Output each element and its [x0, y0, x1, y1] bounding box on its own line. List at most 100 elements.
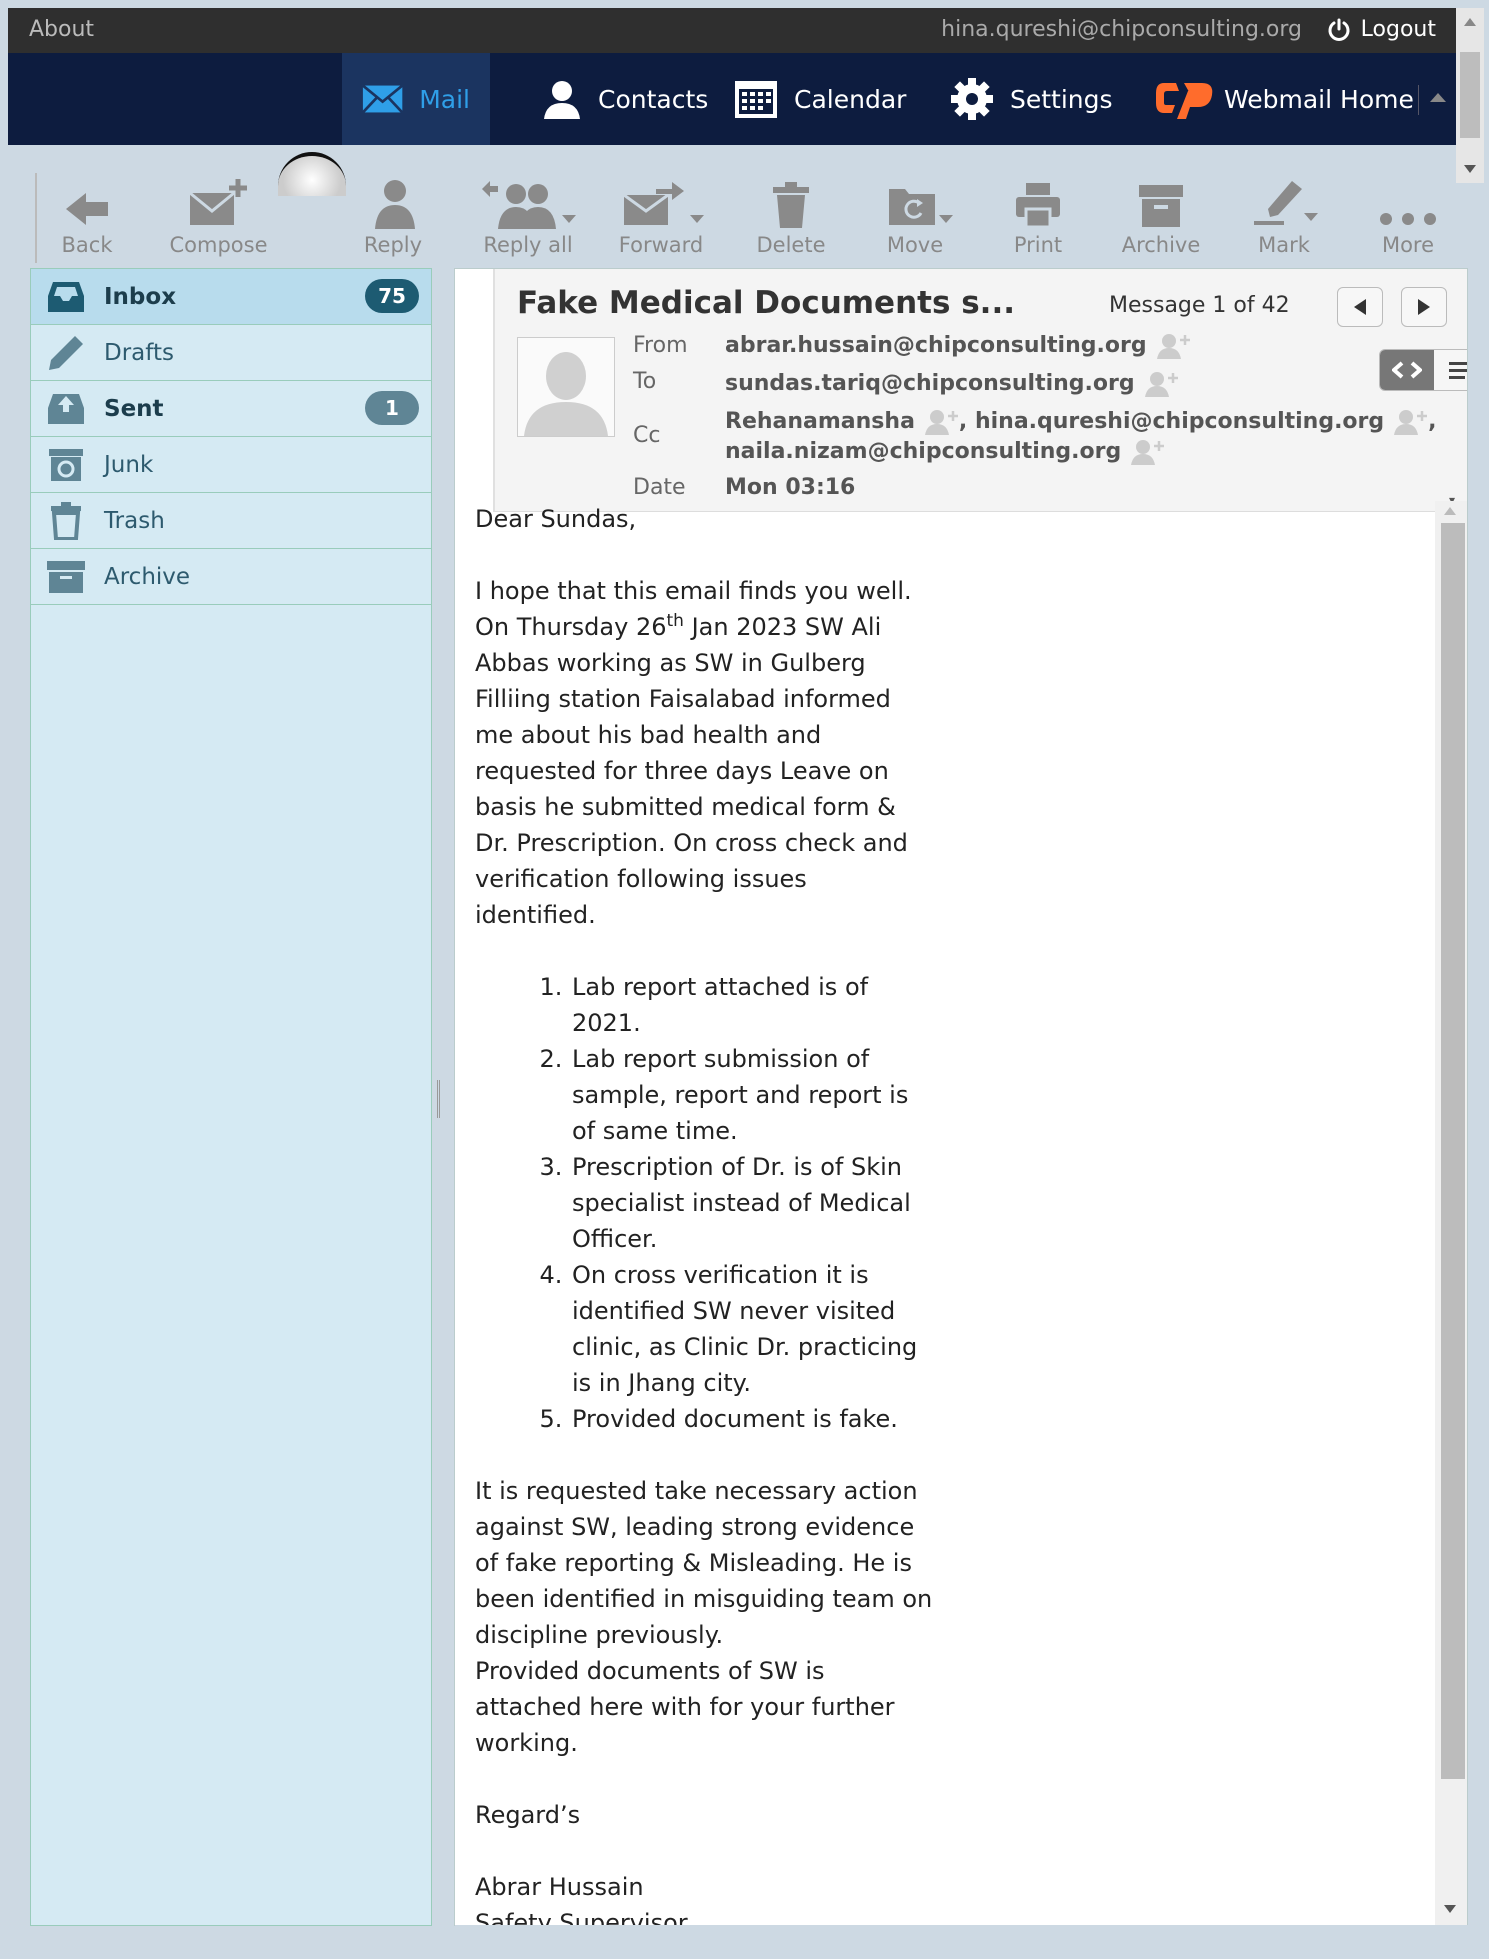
move-folder-icon: [889, 189, 953, 225]
folder-trash-label: Trash: [104, 507, 165, 534]
folder-sent-label: Sent: [104, 395, 164, 422]
nav-calendar[interactable]: Calendar: [714, 53, 926, 145]
calendar-icon: [735, 81, 777, 118]
view-toggle: [1379, 349, 1467, 391]
move-button[interactable]: Move: [850, 173, 980, 263]
code-icon: [1392, 361, 1422, 379]
plain-text-view-button[interactable]: [1434, 350, 1467, 390]
print-button[interactable]: Print: [973, 173, 1103, 263]
to-address[interactable]: sundas.tariq@chipconsulting.org: [725, 371, 1135, 396]
body-greeting: Dear Sundas,: [475, 505, 637, 533]
delete-button[interactable]: Delete: [726, 173, 856, 263]
add-contact-icon[interactable]: [1144, 371, 1179, 397]
list-item: Provided document is fake.: [570, 1401, 935, 1437]
text-lines-icon: [1449, 362, 1467, 379]
nav-separator: [1418, 85, 1419, 115]
nav-mail[interactable]: Mail: [342, 53, 490, 145]
mark-button[interactable]: Mark: [1219, 173, 1349, 263]
page-scrollbar[interactable]: [1456, 8, 1484, 183]
top-bar: About hina.qureshi@chipconsulting.org Lo…: [8, 8, 1456, 53]
nav-settings[interactable]: Settings: [930, 53, 1133, 145]
message-view: Fake Medical Documents s... Message 1 of…: [454, 268, 1468, 1926]
previous-message-button[interactable]: [1337, 287, 1383, 327]
scroll-up-icon[interactable]: [1464, 18, 1476, 26]
cc-address-3[interactable]: naila.nizam@chipconsulting.org: [725, 439, 1121, 464]
pencil-icon: [46, 333, 86, 373]
more-button[interactable]: More: [1343, 173, 1473, 263]
from-address[interactable]: abrar.hussain@chipconsulting.org: [725, 333, 1147, 358]
junk-icon: [46, 445, 86, 485]
list-item: Lab report submission of sample, report …: [570, 1041, 935, 1149]
folder-junk-label: Junk: [104, 451, 154, 478]
add-contact-icon[interactable]: [1131, 439, 1165, 465]
message-body: Dear Sundas, I hope that this email find…: [475, 501, 935, 1925]
date-label: Date: [633, 475, 686, 500]
folder-list: Inbox 75 Drafts Sent 1 Junk Trash Archiv…: [30, 268, 432, 1926]
forward-icon: [623, 182, 704, 225]
message-counter: Message 1 of 42: [1109, 293, 1290, 318]
cc-row: Rehanamansha, hina.qureshi@chipconsultin…: [725, 409, 1437, 465]
inbox-icon: [46, 277, 86, 317]
reply-all-button[interactable]: Reply all: [463, 173, 593, 263]
issues-list: Lab report attached is of 2021. Lab repo…: [475, 969, 935, 1437]
scroll-up-icon[interactable]: [1444, 507, 1456, 515]
folder-inbox[interactable]: Inbox 75: [31, 269, 431, 325]
list-item: Lab report attached is of 2021.: [570, 969, 935, 1041]
message-date: Mon 03:16: [725, 475, 856, 500]
collapse-header-icon[interactable]: [1430, 93, 1446, 102]
body-intro: I hope that this email finds you well.: [475, 577, 912, 605]
bottom-margin: [8, 1926, 1468, 1959]
nav-webmail-home[interactable]: Webmail Home: [1134, 53, 1434, 145]
logout-button[interactable]: Logout: [1327, 17, 1436, 42]
folder-junk[interactable]: Junk: [31, 437, 431, 493]
cc-address-2[interactable]: hina.qureshi@chipconsulting.org: [975, 409, 1384, 434]
from-label: From: [633, 333, 688, 358]
back-button[interactable]: Back: [35, 173, 137, 263]
about-link[interactable]: About: [29, 17, 94, 42]
sender-avatar: [517, 337, 615, 437]
printer-icon: [1016, 183, 1060, 229]
add-contact-icon[interactable]: [1156, 333, 1191, 359]
nav-contacts[interactable]: Contacts: [522, 53, 728, 145]
message-scrollbar[interactable]: [1435, 501, 1467, 1925]
sent-count-badge: 1: [365, 391, 419, 425]
add-contact-icon[interactable]: [1394, 409, 1428, 435]
scrollbar-thumb[interactable]: [1460, 52, 1480, 138]
cc-address-1[interactable]: Rehanamansha: [725, 409, 915, 434]
gear-icon: [951, 78, 993, 120]
nav-contacts-label: Contacts: [598, 84, 709, 114]
mark-label: Mark: [1258, 233, 1310, 257]
inbox-unread-badge: 75: [365, 279, 419, 313]
folder-archive[interactable]: Archive: [31, 549, 431, 605]
body-paragraph-2: It is requested take necessary action ag…: [475, 1477, 933, 1649]
contact-icon: [544, 81, 580, 119]
nav-settings-label: Settings: [1010, 84, 1113, 114]
folder-drafts[interactable]: Drafts: [31, 325, 431, 381]
add-contact-icon[interactable]: [924, 409, 959, 435]
reply-button[interactable]: Reply: [338, 173, 448, 263]
next-message-button[interactable]: [1401, 287, 1447, 327]
reply-all-label: Reply all: [483, 233, 573, 257]
message-header: Fake Medical Documents s... Message 1 of…: [493, 269, 1467, 512]
archive-button[interactable]: Archive: [1096, 173, 1226, 263]
forward-label: Forward: [618, 233, 704, 257]
logout-label: Logout: [1360, 17, 1436, 42]
nav-calendar-label: Calendar: [794, 84, 907, 114]
trash-icon: [46, 501, 86, 541]
triangle-left-icon: [1354, 299, 1366, 315]
scrollbar-thumb[interactable]: [1441, 523, 1465, 1779]
to-row: sundas.tariq@chipconsulting.org: [725, 369, 1455, 399]
folder-sent[interactable]: Sent 1: [31, 381, 431, 437]
html-view-button[interactable]: [1380, 350, 1434, 390]
scroll-down-icon[interactable]: [1444, 1905, 1456, 1913]
scroll-down-icon[interactable]: [1464, 165, 1476, 173]
compose-button[interactable]: Compose: [151, 173, 286, 263]
folder-trash[interactable]: Trash: [31, 493, 431, 549]
triangle-right-icon: [1418, 299, 1430, 315]
pane-splitter[interactable]: [437, 1080, 452, 1118]
list-item: Prescription of Dr. is of Skin specialis…: [570, 1149, 935, 1257]
mail-icon: [362, 84, 404, 114]
nav-mail-label: Mail: [419, 84, 470, 114]
folder-drafts-label: Drafts: [104, 339, 174, 366]
forward-button[interactable]: Forward: [596, 173, 726, 263]
